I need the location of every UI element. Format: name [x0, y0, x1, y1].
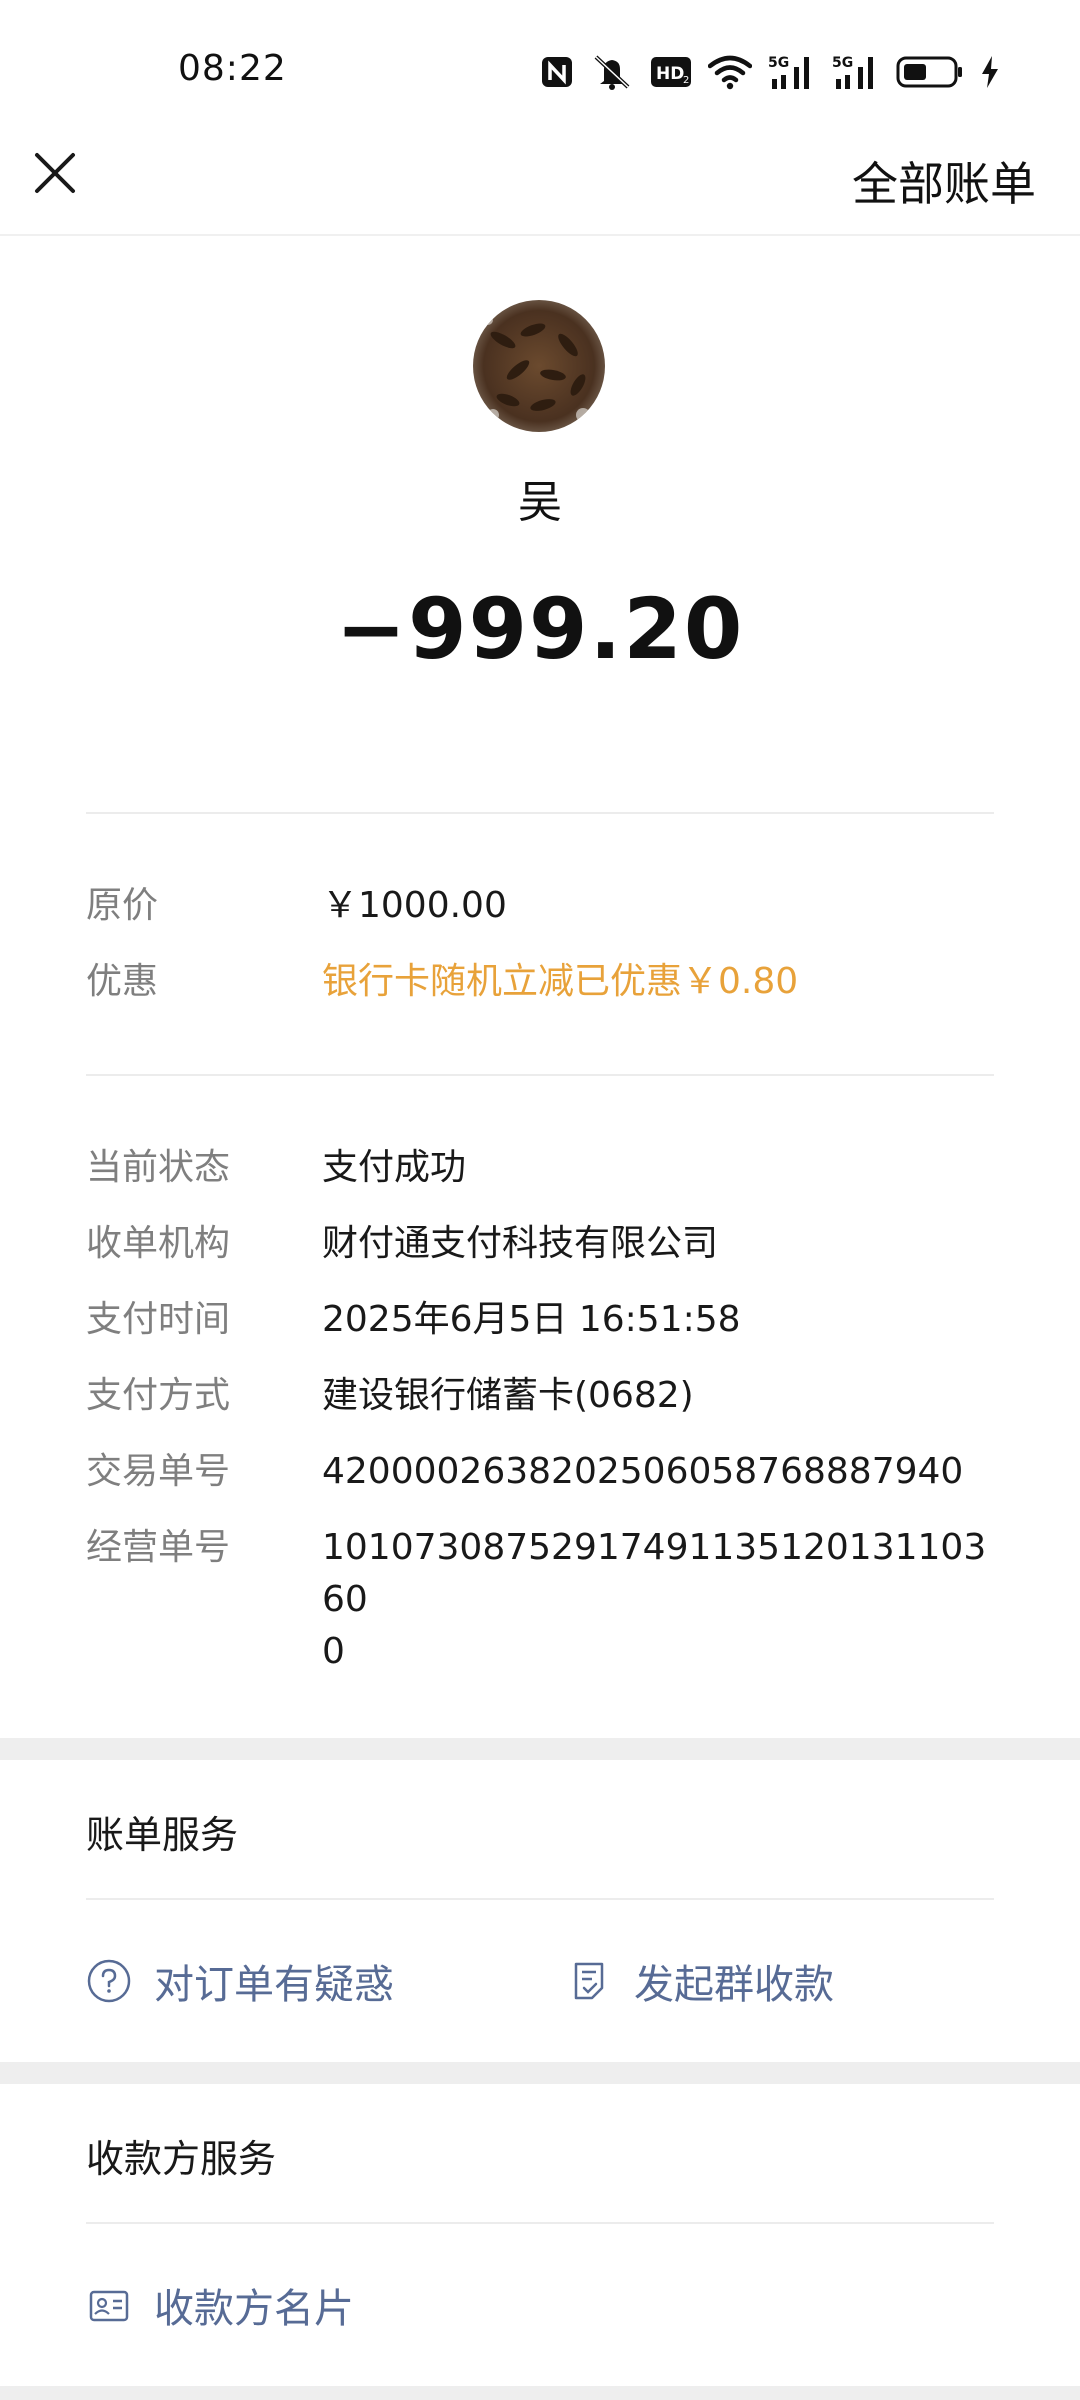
charging-icon	[982, 56, 998, 88]
section-divider	[0, 1738, 1080, 1760]
divider	[86, 2222, 994, 2224]
5g-signal-icon: 5G	[832, 55, 873, 89]
section-divider	[0, 2386, 1080, 2400]
divider	[86, 1074, 994, 1076]
payee-service-title: 收款方服务	[86, 2137, 277, 2181]
question-circle-icon	[87, 1959, 131, 2003]
detail-label: 经营单号	[86, 1527, 231, 1568]
avatar	[473, 300, 605, 432]
detail-label: 支付方式	[86, 1375, 231, 1416]
detail-value: 支付成功	[322, 1147, 467, 1188]
detail-label: 交易单号	[86, 1451, 231, 1492]
close-button[interactable]	[30, 148, 80, 198]
status-bar: 08:22 HD 2 5G 5G	[0, 0, 1080, 140]
detail-value: 2025年6月5日 16:51:58	[322, 1299, 741, 1340]
status-icons: HD 2 5G 5G	[540, 50, 1000, 94]
order-question-button[interactable]: 对订单有疑惑	[86, 1952, 394, 2010]
detail-label: 当前状态	[86, 1147, 231, 1188]
divider	[86, 1898, 994, 1900]
status-time: 08:22	[178, 48, 287, 89]
wifi-icon	[708, 55, 752, 90]
hd-icon: HD 2	[651, 57, 691, 87]
divider	[86, 812, 994, 814]
detail-value[interactable]: 1010730875291749113512013110360 0	[322, 1522, 994, 1678]
merchant-name: 吴	[518, 477, 562, 528]
section-divider	[0, 2062, 1080, 2084]
discount-value: 银行卡随机立减已优惠￥0.80	[322, 961, 799, 1002]
payment-amount: −999.20	[335, 580, 745, 678]
order-question-label: 对订单有疑惑	[154, 1962, 394, 2008]
original-price-label: 原价	[86, 885, 159, 926]
detail-label: 支付时间	[86, 1299, 231, 1340]
original-price-value: ￥1000.00	[322, 885, 507, 926]
payee-card-button[interactable]: 收款方名片	[86, 2276, 354, 2334]
svg-text:5G: 5G	[832, 55, 853, 71]
close-icon	[35, 153, 75, 193]
group-collect-icon	[574, 1962, 604, 2000]
business-card-icon	[89, 2290, 129, 2322]
detail-value: 财付通支付科技有限公司	[322, 1223, 719, 1264]
svg-text:HD: HD	[656, 64, 684, 84]
nfc-icon	[542, 57, 572, 87]
group-collect-button[interactable]: 发起群收款	[566, 1952, 834, 2010]
detail-label: 收单机构	[86, 1223, 231, 1264]
bill-service-title: 账单服务	[86, 1813, 239, 1857]
battery-icon	[896, 56, 962, 88]
svg-text:5G: 5G	[768, 55, 789, 71]
payee-card-label: 收款方名片	[154, 2286, 354, 2332]
detail-value[interactable]: 4200002638202506058768887940	[322, 1446, 994, 1498]
group-collect-label: 发起群收款	[634, 1962, 834, 2008]
5g-signal-icon: 5G	[768, 55, 809, 89]
header-bar: 全部账单	[0, 120, 1080, 236]
discount-label: 优惠	[86, 961, 159, 1002]
mute-icon	[594, 55, 630, 90]
svg-text:2: 2	[683, 75, 689, 86]
detail-value: 建设银行储蓄卡(0682)	[322, 1375, 694, 1416]
all-bills-link[interactable]: 全部账单	[852, 148, 1036, 214]
